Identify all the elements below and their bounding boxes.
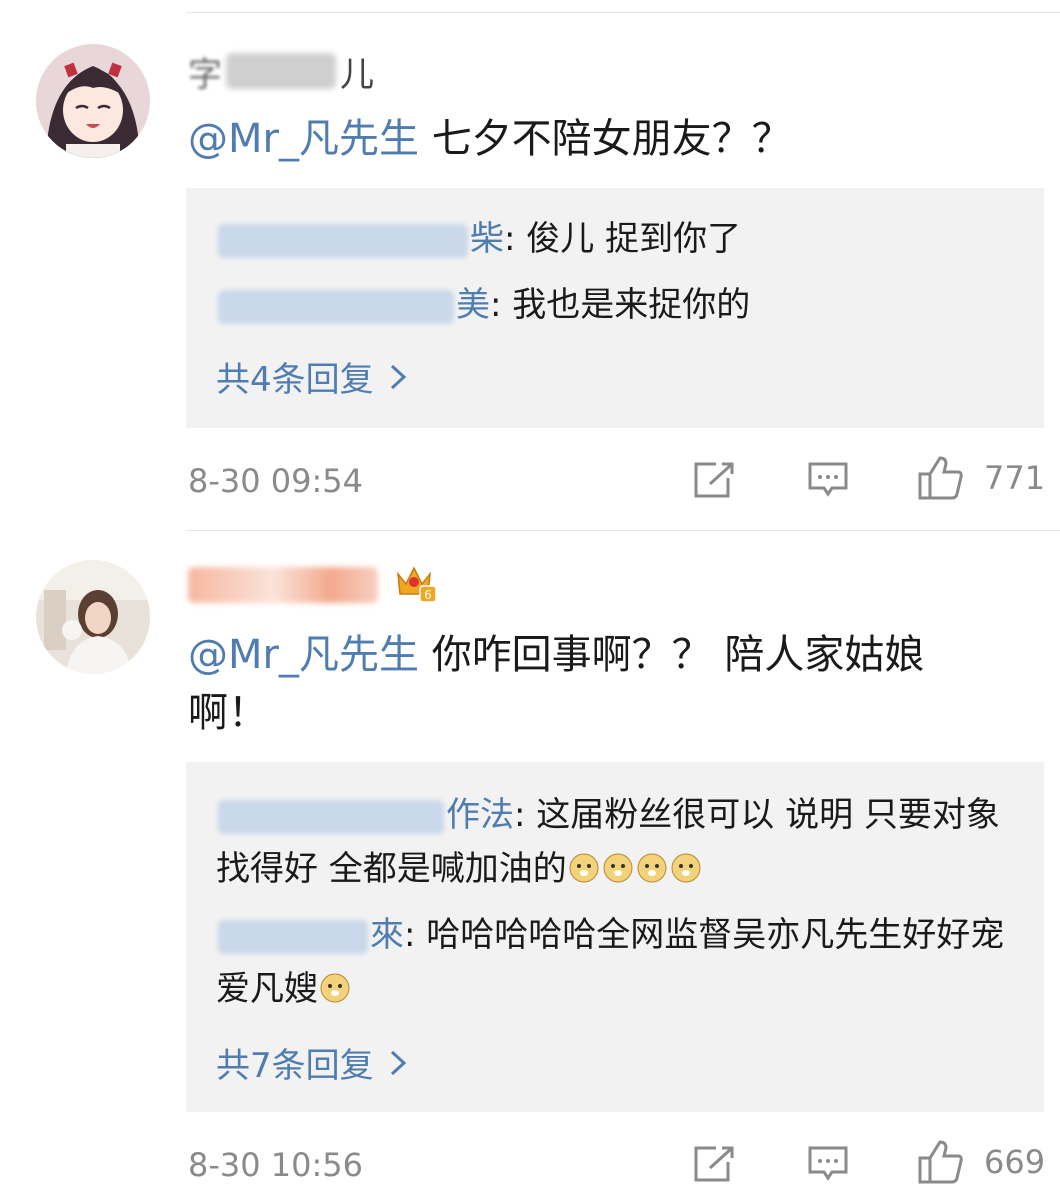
mention-link[interactable]: @Mr_凡先生 — [188, 116, 419, 162]
avatar[interactable] — [36, 560, 150, 674]
username-blurred[interactable]: 字 儿 — [188, 52, 374, 95]
like-button[interactable]: 771 — [916, 454, 1045, 502]
more-replies-label: 共4条回复 — [216, 360, 374, 400]
reply-text: : 俊儿 捉到你了 — [504, 219, 742, 259]
comment-text: @Mr_凡先生 你咋回事啊？？ 陪人家姑娘啊！ — [188, 626, 994, 742]
like-icon — [918, 456, 963, 500]
like-count: 669 — [984, 1143, 1046, 1181]
chevron-right-icon — [390, 1050, 406, 1075]
repost-icon — [694, 462, 734, 498]
more-replies-link[interactable]: 共7条回复 — [216, 1038, 408, 1087]
reply-item: 美: 我也是来捉你的 — [216, 278, 1008, 332]
comment-text: @Mr_凡先生 七夕不陪女朋友？？ — [188, 110, 994, 168]
blur-mask — [218, 799, 444, 834]
reply-username[interactable]: 美 — [216, 285, 490, 325]
chevron-right-icon — [390, 364, 406, 389]
divider — [186, 530, 1060, 531]
repost-button[interactable] — [692, 460, 736, 500]
like-count: 771 — [984, 459, 1046, 497]
reply-username[interactable]: 作法 — [216, 795, 514, 835]
doge-emoji-icon — [318, 969, 352, 1009]
reply-item: 來: 哈哈哈哈哈全网监督吴亦凡先生好好宠爱凡嫂 — [216, 908, 1008, 1016]
avatar-photo-girl — [36, 560, 150, 674]
reply-text: : 我也是来捉你的 — [490, 285, 751, 325]
avatar[interactable] — [36, 44, 150, 158]
reply-username[interactable]: 柴 — [216, 219, 504, 259]
reply-box[interactable]: 作法: 这届粉丝很可以 说明 只要对象找得好 全都是喊加油的 來: 哈哈哈哈哈全… — [186, 762, 1044, 1112]
repost-button[interactable] — [692, 1144, 736, 1184]
comment-time: 8-30 09:54 — [188, 462, 364, 500]
blur-mask — [218, 289, 454, 324]
reply-box[interactable]: 柴: 俊儿 捉到你了 美: 我也是来捉你的 共4条回复 — [186, 188, 1044, 428]
mention-link[interactable]: @Mr_凡先生 — [188, 632, 419, 678]
divider — [186, 12, 1060, 13]
like-button[interactable]: 669 — [916, 1138, 1045, 1186]
crown-badge-icon-graphic: 6 — [397, 566, 437, 603]
doge-emoji-icon — [567, 849, 601, 889]
blur-mask — [218, 223, 468, 258]
blur-mask — [218, 919, 368, 954]
repost-icon — [694, 1146, 734, 1182]
doge-emoji-icon — [669, 849, 703, 889]
reply-username[interactable]: 來 — [216, 915, 404, 955]
comment-icon — [808, 462, 848, 497]
blur-mask — [188, 567, 378, 603]
username-fragment: 字 — [188, 54, 222, 95]
more-replies-label: 共7条回复 — [216, 1046, 374, 1086]
reply-item: 作法: 这届粉丝很可以 说明 只要对象找得好 全都是喊加油的 — [216, 788, 1008, 896]
badge-level: 6 — [424, 588, 432, 602]
comment-time: 8-30 10:56 — [188, 1146, 364, 1184]
doge-emoji-icon — [635, 849, 669, 889]
crown-badge-icon[interactable]: 6 — [394, 562, 438, 604]
comment-icon — [808, 1146, 848, 1181]
reply-item: 柴: 俊儿 捉到你了 — [216, 212, 1008, 266]
comment-button[interactable] — [806, 460, 850, 500]
doge-emoji-icon — [601, 849, 635, 889]
more-replies-link[interactable]: 共4条回复 — [216, 352, 408, 401]
comment-button[interactable] — [806, 1144, 850, 1184]
like-icon — [918, 1140, 963, 1184]
username-tail: 儿 — [340, 54, 374, 95]
blur-mask — [226, 53, 336, 89]
avatar-anime-girl — [36, 44, 150, 158]
username-blurred[interactable] — [188, 566, 378, 604]
comment-body: 七夕不陪女朋友？？ — [431, 116, 792, 162]
